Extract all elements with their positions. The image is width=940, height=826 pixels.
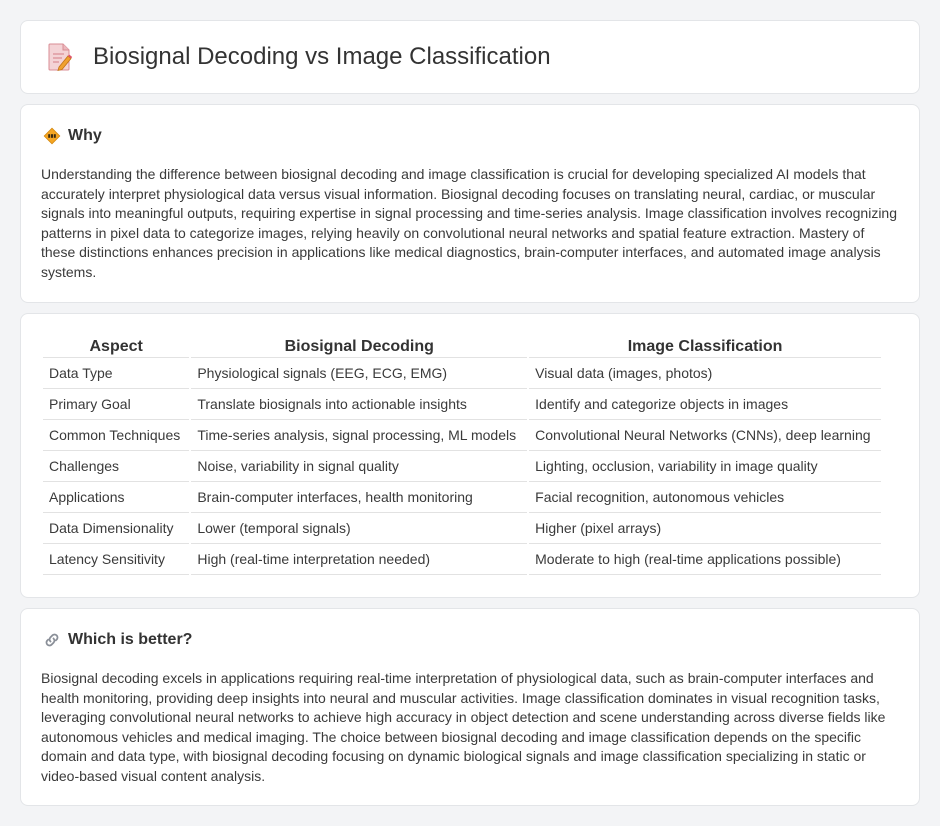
comparison-table: Aspect Biosignal Decoding Image Classifi… bbox=[41, 335, 883, 575]
table-cell: Primary Goal bbox=[43, 389, 190, 420]
table-cell: Applications bbox=[43, 482, 190, 513]
table-row: Common Techniques Time-series analysis, … bbox=[43, 420, 881, 451]
page-title: Biosignal Decoding vs Image Classificati… bbox=[93, 43, 551, 70]
table-cell: Data Type bbox=[43, 358, 190, 389]
table-cell: Noise, variability in signal quality bbox=[191, 451, 528, 482]
table-cell: Facial recognition, autonomous vehicles bbox=[529, 482, 881, 513]
better-text: Biosignal decoding excels in application… bbox=[41, 670, 886, 784]
table-cell: High (real-time interpretation needed) bbox=[191, 544, 528, 575]
table-row: Data Dimensionality Lower (temporal sign… bbox=[43, 513, 881, 544]
table-row: Latency Sensitivity High (real-time inte… bbox=[43, 544, 881, 575]
which-is-better-section: Which is better? Biosignal decoding exce… bbox=[20, 608, 920, 806]
table-cell: Higher (pixel arrays) bbox=[529, 513, 881, 544]
table-cell: Lower (temporal signals) bbox=[191, 513, 528, 544]
table-cell: Common Techniques bbox=[43, 420, 190, 451]
column-header-aspect: Aspect bbox=[43, 335, 190, 358]
table-cell: Time-series analysis, signal processing,… bbox=[191, 420, 528, 451]
column-header-image: Image Classification bbox=[529, 335, 881, 358]
table-cell: Convolutional Neural Networks (CNNs), de… bbox=[529, 420, 881, 451]
table-cell: Identify and categorize objects in image… bbox=[529, 389, 881, 420]
table-row: Primary Goal Translate biosignals into a… bbox=[43, 389, 881, 420]
table-cell: Translate biosignals into actionable ins… bbox=[191, 389, 528, 420]
table-cell: Visual data (images, photos) bbox=[529, 358, 881, 389]
column-header-biosignal: Biosignal Decoding bbox=[191, 335, 528, 358]
table-cell: Brain-computer interfaces, health monito… bbox=[191, 482, 528, 513]
table-header-row: Aspect Biosignal Decoding Image Classifi… bbox=[43, 335, 881, 358]
header-card: Biosignal Decoding vs Image Classificati… bbox=[20, 20, 920, 94]
table-cell: Data Dimensionality bbox=[43, 513, 190, 544]
why-title: Why bbox=[68, 127, 102, 144]
title-row: Biosignal Decoding vs Image Classificati… bbox=[47, 42, 551, 72]
table-row: Data Type Physiological signals (EEG, EC… bbox=[43, 358, 881, 389]
why-text: Understanding the difference between bio… bbox=[41, 166, 897, 280]
comparison-section: Aspect Biosignal Decoding Image Classifi… bbox=[20, 313, 920, 598]
table-cell: Latency Sensitivity bbox=[43, 544, 190, 575]
table-cell: Moderate to high (real-time applications… bbox=[529, 544, 881, 575]
document-pencil-icon bbox=[48, 43, 73, 72]
why-section: Why Understanding the difference between… bbox=[20, 104, 920, 303]
table-cell: Physiological signals (EEG, ECG, EMG) bbox=[191, 358, 528, 389]
diamond-warning-icon bbox=[43, 127, 61, 145]
table-row: Challenges Noise, variability in signal … bbox=[43, 451, 881, 482]
link-icon bbox=[45, 633, 59, 647]
why-heading: Why bbox=[43, 127, 102, 145]
better-heading: Which is better? bbox=[43, 631, 192, 649]
table-row: Applications Brain-computer interfaces, … bbox=[43, 482, 881, 513]
table-cell: Lighting, occlusion, variability in imag… bbox=[529, 451, 881, 482]
better-title: Which is better? bbox=[68, 631, 193, 648]
table-cell: Challenges bbox=[43, 451, 190, 482]
